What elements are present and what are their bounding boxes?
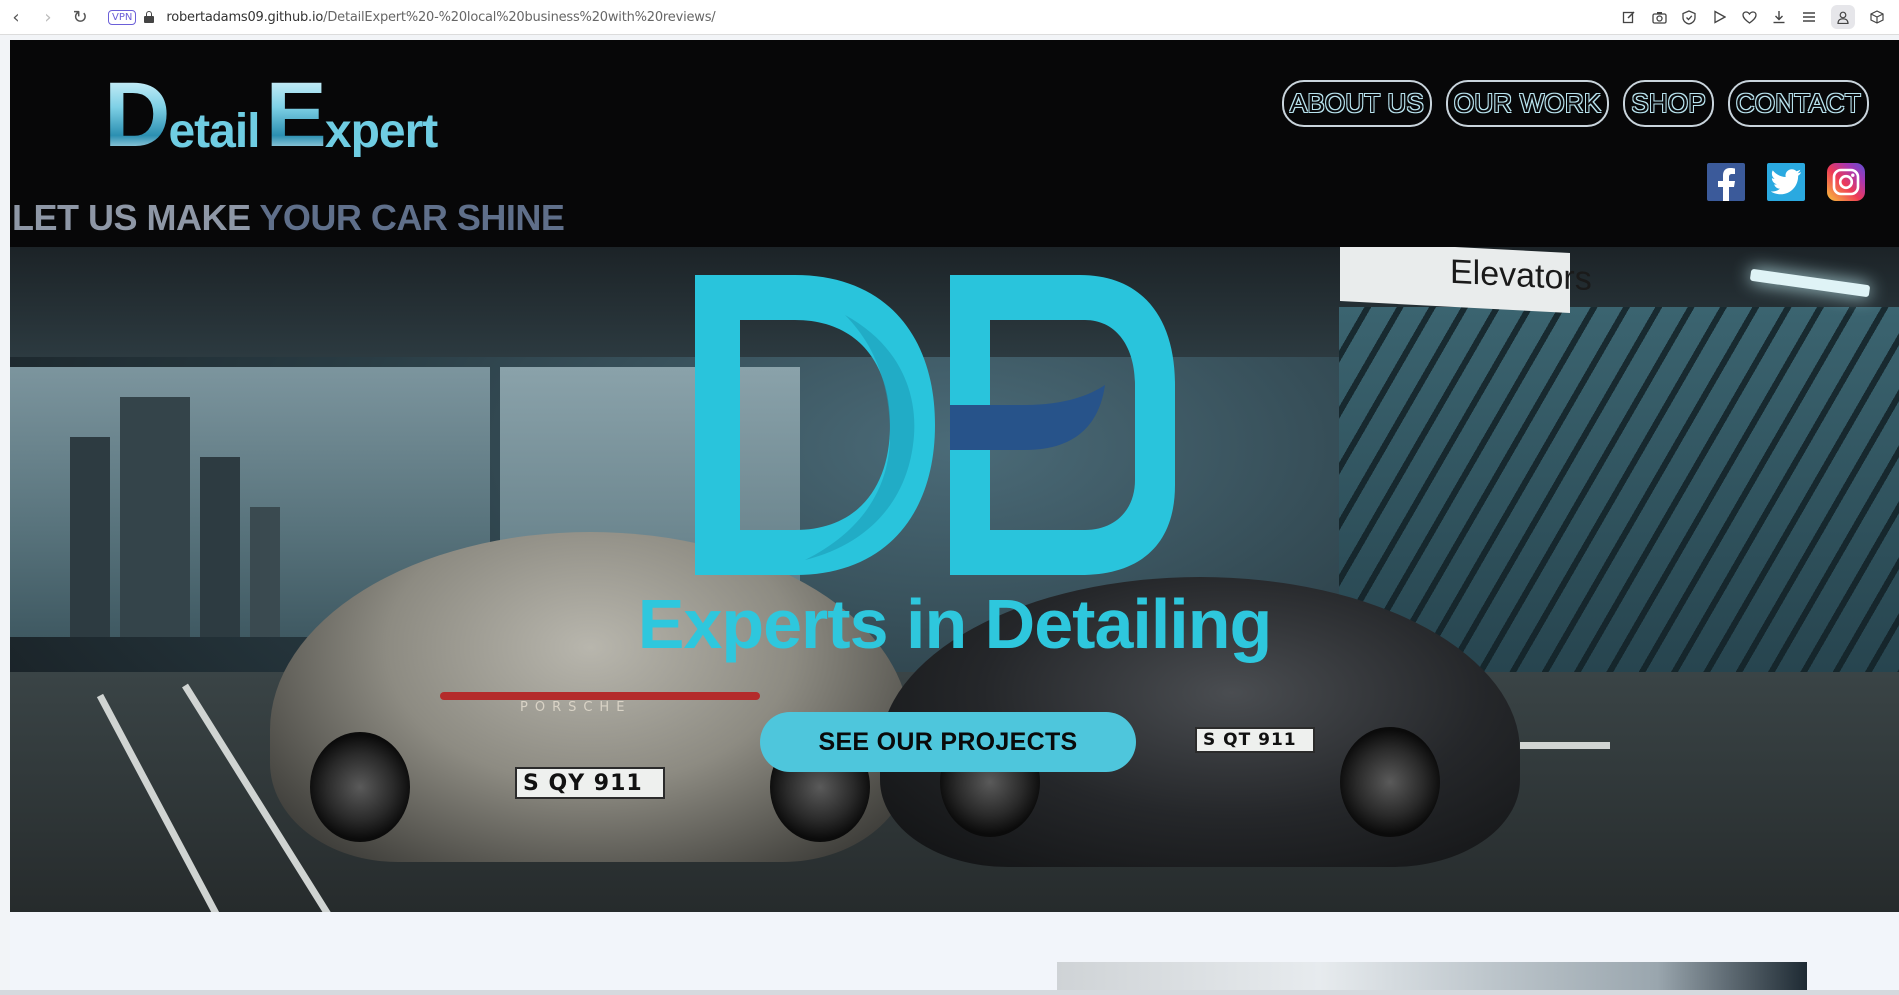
logo-text-etail: etail	[168, 105, 260, 158]
logo-text-xpert: xpert	[324, 105, 438, 158]
twitter-icon[interactable]	[1767, 163, 1805, 201]
camera-icon[interactable]	[1651, 9, 1667, 25]
edit-icon[interactable]	[1621, 9, 1637, 25]
hero-title: Experts in Detailing	[637, 585, 1272, 663]
forward-icon[interactable]: ›	[38, 7, 58, 28]
play-icon[interactable]	[1711, 9, 1727, 25]
logo-letter-d: D	[104, 64, 170, 166]
detailexpert-logo[interactable]: D etail E xpert	[104, 64, 443, 166]
back-icon[interactable]: ‹	[6, 7, 26, 28]
address-bar[interactable]: robertadams09.github.io/DetailExpert%20-…	[166, 10, 715, 25]
shield-icon[interactable]	[1681, 9, 1697, 25]
logo-letter-e: E	[265, 64, 327, 166]
header-tagline: LET US MAKE YOUR CAR SHINE	[12, 197, 565, 239]
download-icon[interactable]	[1771, 9, 1787, 25]
nav-contact[interactable]: CONTACT	[1727, 80, 1869, 127]
de-monogram-logo	[695, 275, 1175, 575]
next-section	[10, 912, 1899, 995]
social-links	[1707, 163, 1865, 201]
nav-shop[interactable]: SHOP	[1623, 80, 1714, 127]
reload-icon[interactable]: ↻	[70, 7, 90, 28]
license-plate-left: S QY 911	[515, 767, 665, 799]
browser-toolbar: ‹ › ↻ VPN robertadams09.github.io/Detail…	[0, 0, 1899, 35]
license-plate-right: S QT 911	[1195, 727, 1315, 753]
porsche-badge: PORSCHE	[520, 700, 632, 715]
vpn-badge[interactable]: VPN	[108, 9, 137, 25]
box-icon[interactable]	[1869, 9, 1885, 25]
tagline-part-2: YOUR CAR SHINE	[259, 197, 565, 238]
see-our-projects-button[interactable]: SEE OUR PROJECTS	[760, 712, 1136, 772]
url-path: /DetailExpert%20-%20local%20business%20w…	[323, 9, 716, 25]
url-host: robertadams09.github.io	[166, 9, 324, 25]
profile-icon[interactable]	[1831, 5, 1855, 29]
site-header: D etail E xpert LET US MAKE YOUR CAR SHI…	[0, 40, 1899, 248]
section-image	[1057, 962, 1807, 990]
website: D etail E xpert LET US MAKE YOUR CAR SHI…	[0, 40, 1899, 995]
lock-icon[interactable]	[144, 11, 155, 23]
nav-our-work[interactable]: OUR WORK	[1445, 80, 1610, 127]
facebook-icon[interactable]	[1707, 163, 1745, 201]
instagram-icon[interactable]	[1827, 163, 1865, 201]
heart-icon[interactable]	[1741, 9, 1757, 25]
tagline-part-1: LET US MAKE	[12, 197, 260, 238]
menu-icon[interactable]	[1801, 9, 1817, 25]
hero-section: Elevators S QY 911 PORSCHE S QT 911 Expe…	[10, 247, 1899, 912]
nav-about-us[interactable]: ABOUT US	[1281, 80, 1432, 127]
main-nav: ABOUT US OUR WORK SHOP CONTACT	[1281, 80, 1869, 127]
